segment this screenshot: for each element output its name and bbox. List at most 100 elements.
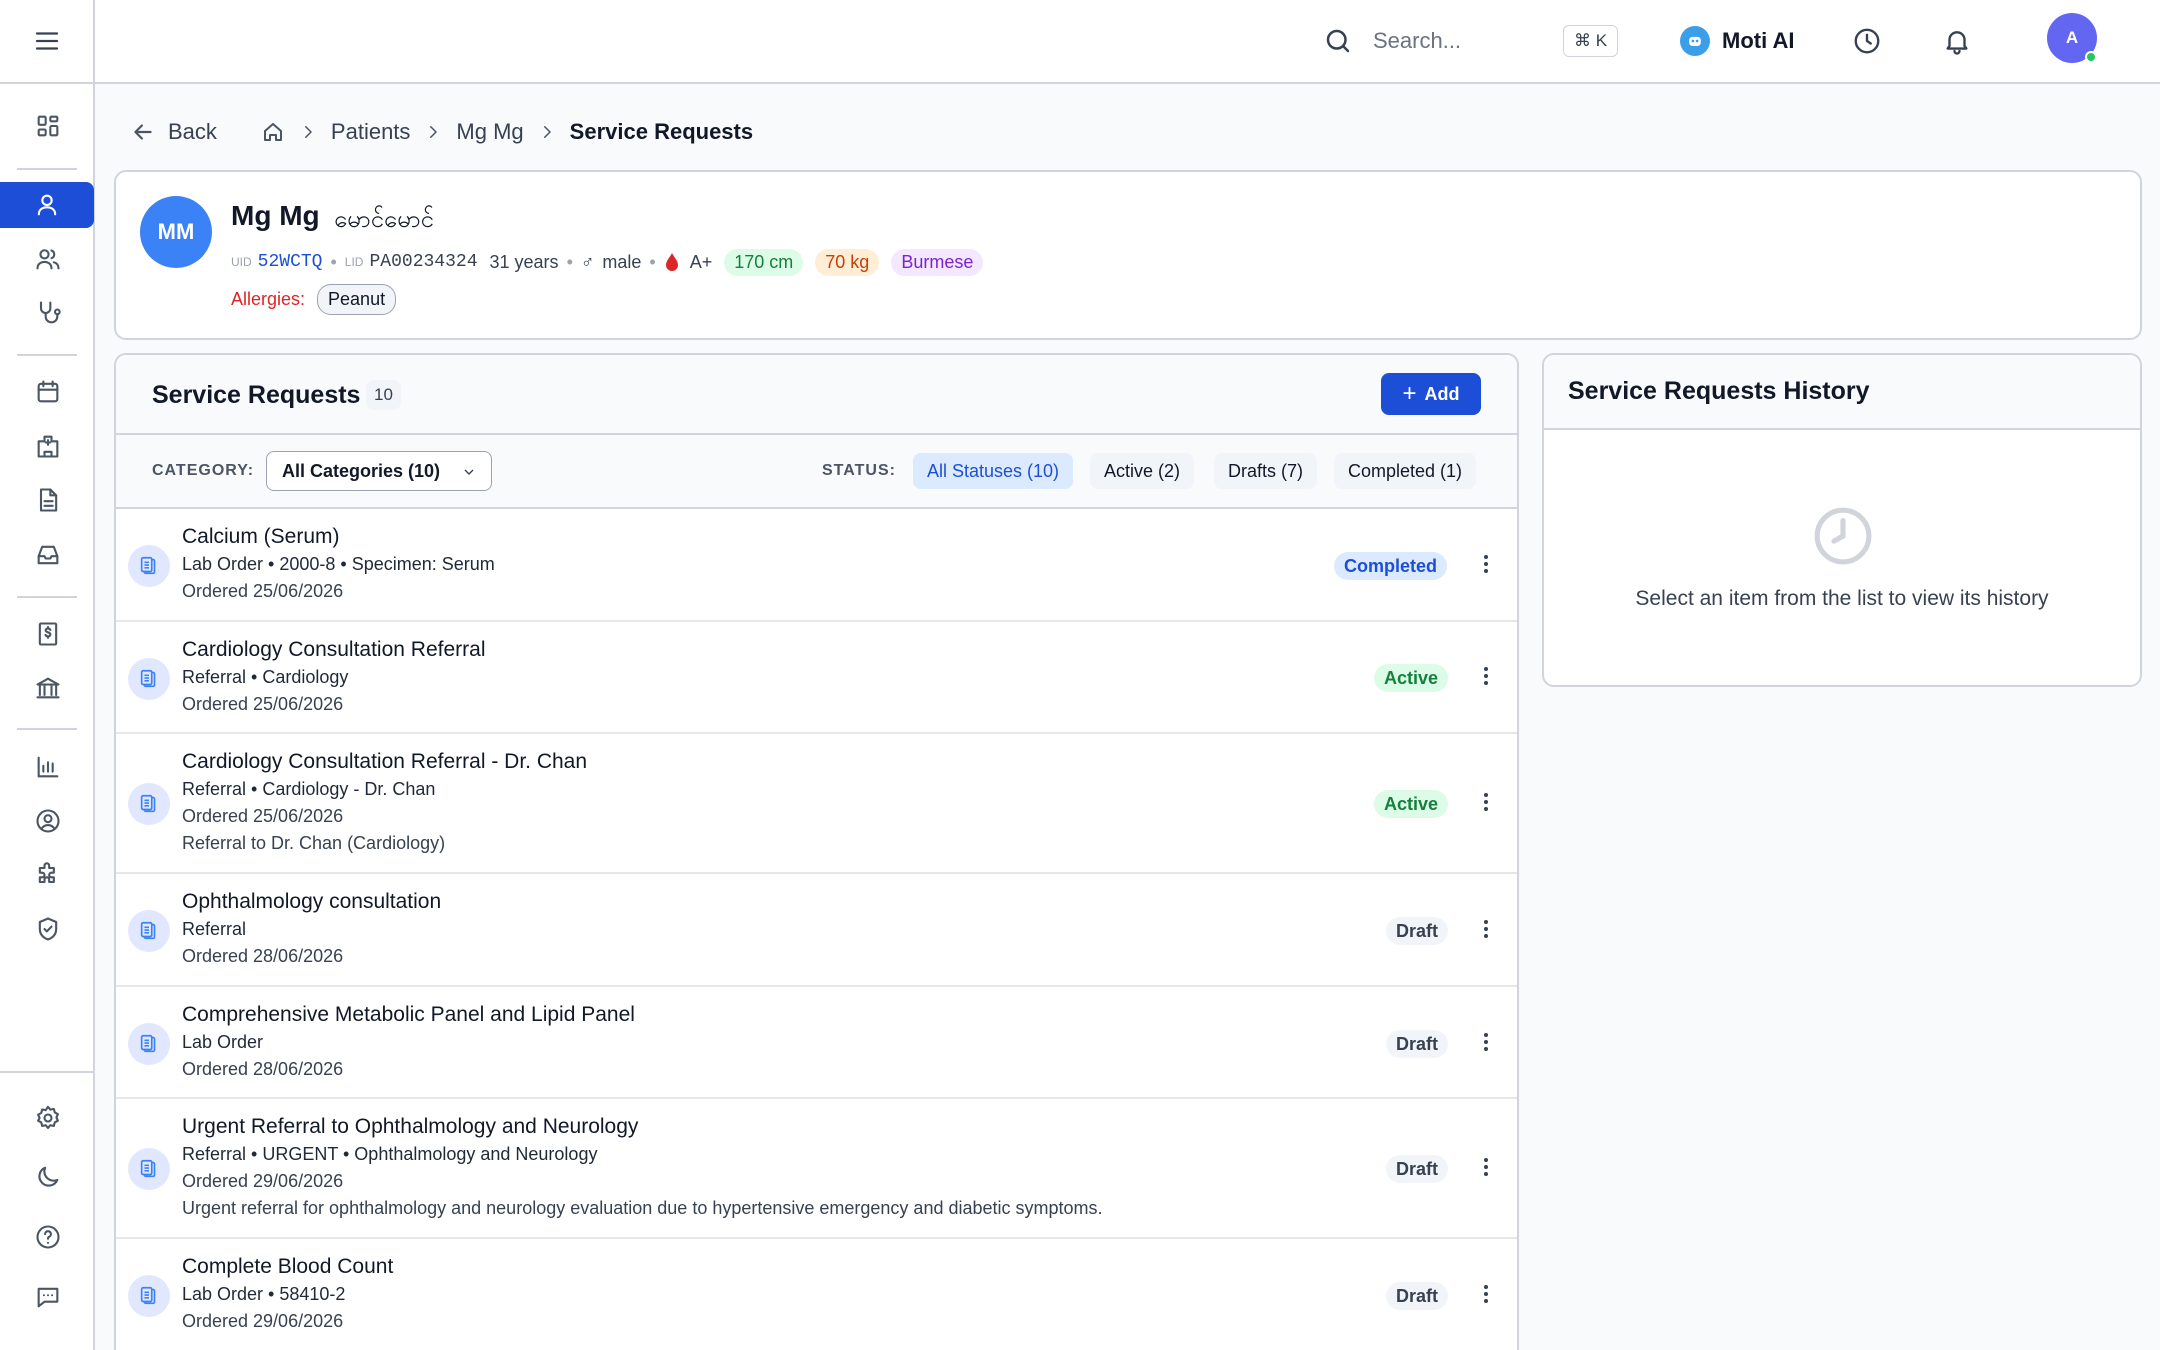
chat-icon	[37, 1287, 58, 1308]
request-note: Urgent referral for ophthalmology and ne…	[182, 1198, 1103, 1218]
hospital-icon	[37, 435, 58, 458]
row-menu-button[interactable]	[1478, 790, 1494, 814]
row-menu-button[interactable]	[1478, 1155, 1494, 1179]
search-placeholder[interactable]: Search...	[1373, 28, 1461, 54]
menu-toggle-button[interactable]	[0, 0, 93, 84]
clipboard-icon	[128, 658, 170, 700]
breadcrumb-current: Service Requests	[569, 119, 754, 144]
patient-blood-type: A+	[689, 251, 713, 272]
sidebar-item-users[interactable]	[0, 236, 95, 282]
patient-avatar: MM	[140, 196, 212, 268]
help-button[interactable]	[0, 1214, 95, 1260]
sidebar-item-account[interactable]	[0, 798, 95, 844]
sidebar-item-security[interactable]	[0, 906, 95, 952]
feedback-button[interactable]	[0, 1274, 95, 1320]
sidebar-item-settings[interactable]	[0, 1095, 95, 1141]
clock-icon	[1812, 505, 1874, 567]
service-requests-history-panel: Service Requests History Select an item …	[1542, 353, 2142, 687]
theme-toggle-button[interactable]	[0, 1154, 95, 1200]
sidebar-item-patients[interactable]	[0, 182, 94, 228]
document-icon	[39, 488, 57, 512]
chevron-right-icon	[304, 126, 312, 138]
request-details: Lab Order • 2000-8 • Specimen: Serum	[182, 554, 495, 574]
service-requests-panel: Service Requests 10 + Add CATEGORY: All …	[114, 353, 1519, 1350]
clipboard-icon	[128, 545, 170, 587]
clock-icon	[1854, 28, 1880, 54]
category-select[interactable]: All Categories (10)	[266, 451, 492, 491]
sidebar-item-documents[interactable]	[0, 477, 95, 523]
service-request-row[interactable]: Calcium (Serum) Lab Order • 2000-8 • Spe…	[116, 509, 1517, 622]
request-details: Lab Order • 58410-2	[182, 1284, 346, 1304]
global-search[interactable]: Search...	[1323, 26, 1461, 56]
add-label: Add	[1424, 383, 1460, 404]
inbox-icon	[37, 545, 58, 565]
service-request-row[interactable]: Comprehensive Metabolic Panel and Lipid …	[116, 987, 1517, 1099]
service-request-row[interactable]: Cardiology Consultation Referral - Dr. C…	[116, 734, 1517, 874]
menu-icon	[35, 32, 58, 50]
history-button[interactable]	[1852, 26, 1884, 58]
sidebar-item-inbox[interactable]	[0, 532, 95, 578]
add-service-request-button[interactable]: + Add	[1381, 373, 1481, 415]
gender-icon: ♂	[580, 251, 595, 272]
breadcrumb-patients[interactable]: Patients	[331, 119, 411, 145]
uid-label: UID	[231, 255, 252, 269]
calendar-icon	[37, 380, 58, 403]
patient-meta: UID 52WCTQ • LID PA00234324 31 years • ♂…	[231, 246, 984, 278]
patient-gender: male	[602, 251, 642, 272]
request-title: Comprehensive Metabolic Panel and Lipid …	[182, 1003, 635, 1026]
top-bar: Search... ⌘ K Moti AI A	[95, 0, 2160, 84]
sidebar-item-facilities[interactable]	[0, 423, 95, 469]
category-value: All Categories (10)	[282, 460, 441, 481]
clipboard-icon	[128, 783, 170, 825]
history-empty-text: Select an item from the list to view its…	[1635, 587, 2049, 610]
status-filter-active[interactable]: Active (2)	[1090, 453, 1195, 489]
row-menu-button[interactable]	[1478, 1282, 1494, 1306]
sidebar-item-finance[interactable]	[0, 665, 95, 711]
row-menu-button[interactable]	[1478, 552, 1494, 576]
service-request-row[interactable]: Urgent Referral to Ophthalmology and Neu…	[116, 1099, 1517, 1239]
home-icon[interactable]	[261, 120, 285, 144]
patient-uid[interactable]: 52WCTQ	[258, 252, 323, 272]
plus-icon: +	[1402, 380, 1417, 407]
back-label: Back	[168, 119, 217, 144]
request-details: Lab Order	[182, 1032, 264, 1052]
moon-icon	[37, 1166, 58, 1187]
patient-native-name: မောင်မောင်	[334, 206, 434, 233]
sidebar-item-reports[interactable]	[0, 744, 95, 790]
row-menu-button[interactable]	[1478, 1030, 1494, 1054]
sidebar-item-calendar[interactable]	[0, 369, 95, 415]
moti-ai-button[interactable]: Moti AI	[1680, 26, 1795, 56]
service-request-row[interactable]: Complete Blood Count Lab Order • 58410-2…	[116, 1239, 1517, 1350]
row-menu-button[interactable]	[1478, 917, 1494, 941]
chevron-down-icon	[464, 469, 474, 475]
status-badge: Draft	[1386, 1030, 1449, 1058]
breadcrumb-patient-name[interactable]: Mg Mg	[456, 119, 523, 145]
status-filter-completed[interactable]: Completed (1)	[1334, 453, 1477, 489]
request-note: Referral to Dr. Chan (Cardiology)	[182, 833, 446, 853]
status-filter-drafts[interactable]: Drafts (7)	[1214, 453, 1318, 489]
sidebar-item-billing[interactable]	[0, 611, 95, 657]
service-requests-header: Service Requests 10 + Add	[116, 355, 1517, 435]
patient-name: Mg Mg	[231, 200, 320, 231]
status-filter-all[interactable]: All Statuses (10)	[913, 453, 1074, 489]
help-icon	[35, 1225, 60, 1249]
notifications-button[interactable]	[1942, 26, 1974, 58]
service-requests-count: 10	[366, 380, 401, 410]
allergy-chip: Peanut	[317, 284, 397, 315]
row-menu-button[interactable]	[1478, 664, 1494, 688]
clipboard-icon	[128, 1148, 170, 1190]
sidebar	[0, 0, 95, 1350]
service-request-row[interactable]: Ophthalmology consultation Referral Orde…	[116, 874, 1517, 987]
back-button[interactable]: Back	[130, 119, 217, 145]
sidebar-item-clinical[interactable]	[0, 290, 95, 336]
request-ordered-date: Ordered 25/06/2026	[182, 694, 344, 714]
chevron-right-icon	[430, 126, 438, 138]
bell-icon	[1946, 31, 1968, 55]
arrow-left-icon	[134, 124, 152, 140]
puzzle-icon	[38, 862, 55, 884]
billing-icon	[38, 622, 57, 646]
request-title: Complete Blood Count	[182, 1255, 394, 1278]
service-request-row[interactable]: Cardiology Consultation Referral Referra…	[116, 622, 1517, 734]
sidebar-item-integrations[interactable]	[0, 852, 95, 898]
sidebar-item-dashboard[interactable]	[0, 103, 95, 149]
